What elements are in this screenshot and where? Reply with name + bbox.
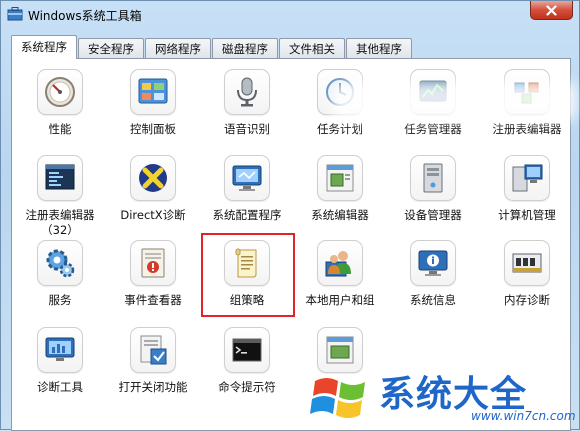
- tool-system-editor[interactable]: 系统编辑器: [292, 155, 388, 235]
- watermark: 系统大全 www.win7cn.com: [301, 363, 579, 429]
- tool-device-manager[interactable]: 设备管理器: [385, 155, 481, 235]
- tool-group-policy[interactable]: 组策略: [199, 240, 295, 320]
- close-icon: [546, 4, 557, 16]
- tool-diagnostic-tool[interactable]: 诊断工具: [12, 327, 108, 407]
- tool-label: 内存诊断: [504, 293, 550, 307]
- tool-label: 语音识别: [224, 122, 270, 136]
- tool-label: 控制面板: [130, 122, 176, 136]
- tab-strip: 系统程序 安全程序 网络程序 磁盘程序 文件相关 其他程序: [11, 35, 413, 59]
- performance-gauge-icon: [45, 77, 75, 107]
- registry-editor-32-icon: [45, 164, 75, 190]
- computer-management-icon: [512, 164, 543, 192]
- tab-file-related[interactable]: 文件相关: [279, 38, 345, 59]
- title-bar: Windows系统工具箱: [1, 1, 579, 27]
- tab-network-programs[interactable]: 网络程序: [145, 38, 211, 59]
- tool-label: 计算机管理: [498, 208, 556, 222]
- device-manager-icon: [423, 163, 443, 193]
- tab-system-programs[interactable]: 系统程序: [11, 35, 77, 59]
- tab-disk-programs[interactable]: 磁盘程序: [212, 38, 278, 59]
- tool-label: 任务计划: [317, 122, 363, 136]
- app-window: Windows系统工具箱 系统程序 安全程序 网络程序 磁盘程序 文件相关 其他…: [0, 0, 580, 431]
- tool-label: 系统信息: [410, 293, 456, 307]
- services-gear-icon: [46, 249, 75, 278]
- tool-label: 注册表编辑器: [25, 208, 95, 222]
- tool-label: 事件查看器: [124, 293, 182, 307]
- system-config-icon: [232, 165, 262, 191]
- command-prompt-icon: [232, 338, 262, 362]
- system-tool-icon: [326, 336, 354, 364]
- tool-control-panel[interactable]: 控制面板: [105, 69, 201, 149]
- windows-features-icon: [140, 335, 167, 365]
- tool-label: 系统编辑器: [311, 208, 369, 222]
- directx-icon: [139, 164, 167, 192]
- tool-windows-features[interactable]: 打开关闭功能: [105, 327, 201, 407]
- group-policy-scroll-icon: [235, 248, 257, 278]
- close-button[interactable]: [530, 1, 573, 20]
- tool-label: 打开关闭功能: [118, 380, 188, 394]
- tool-system-info[interactable]: 系统信息: [385, 240, 481, 320]
- tab-security-programs[interactable]: 安全程序: [78, 38, 144, 59]
- watermark-url: www.win7cn.com: [471, 409, 576, 423]
- system-info-icon: [418, 250, 448, 276]
- tool-label: 注册表编辑器: [492, 122, 562, 136]
- tool-label-secondary: （32）: [41, 223, 79, 237]
- tool-label: 组策略: [229, 293, 265, 307]
- tool-label: 设备管理器: [404, 208, 462, 222]
- tool-performance[interactable]: 性能: [12, 69, 108, 149]
- control-panel-icon: [138, 78, 168, 104]
- tool-label: 任务管理器: [404, 122, 462, 136]
- tool-computer-management[interactable]: 计算机管理: [479, 155, 575, 235]
- windows-flag-logo: [310, 378, 365, 418]
- tool-label: 服务: [48, 293, 72, 307]
- tool-registry-editor-32[interactable]: 注册表编辑器 （32）: [12, 155, 108, 237]
- tool-system-config[interactable]: 系统配置程序: [199, 155, 295, 235]
- tool-command-prompt[interactable]: 命令提示符: [199, 327, 295, 407]
- tool-event-viewer[interactable]: 事件查看器: [105, 240, 201, 320]
- tool-speech-recognition[interactable]: 语音识别: [199, 69, 295, 149]
- diagnostic-tool-icon: [45, 337, 75, 361]
- tab-other-programs[interactable]: 其他程序: [346, 38, 412, 59]
- event-viewer-icon: [141, 248, 165, 278]
- tool-label: DirectX诊断: [120, 208, 186, 222]
- tool-label: 命令提示符: [218, 380, 276, 394]
- tool-label: 本地用户和组: [305, 293, 375, 307]
- system-editor-icon: [326, 164, 354, 192]
- tool-label: 性能: [48, 122, 72, 136]
- tool-label: 系统配置程序: [212, 208, 282, 222]
- memory-chip-icon: [512, 253, 542, 273]
- toolbox-icon: [7, 6, 23, 22]
- tool-local-users-groups[interactable]: 本地用户和组: [292, 240, 388, 320]
- tool-label: 诊断工具: [37, 380, 83, 394]
- microphone-icon: [237, 77, 257, 107]
- local-users-icon: [325, 251, 351, 277]
- window-title: Windows系统工具箱: [28, 9, 142, 23]
- tool-memory-diagnostic[interactable]: 内存诊断: [479, 240, 575, 320]
- watermark-blur: [331, 81, 576, 121]
- tool-directx-diagnostic[interactable]: DirectX诊断: [105, 155, 201, 235]
- tool-services[interactable]: 服务: [12, 240, 108, 320]
